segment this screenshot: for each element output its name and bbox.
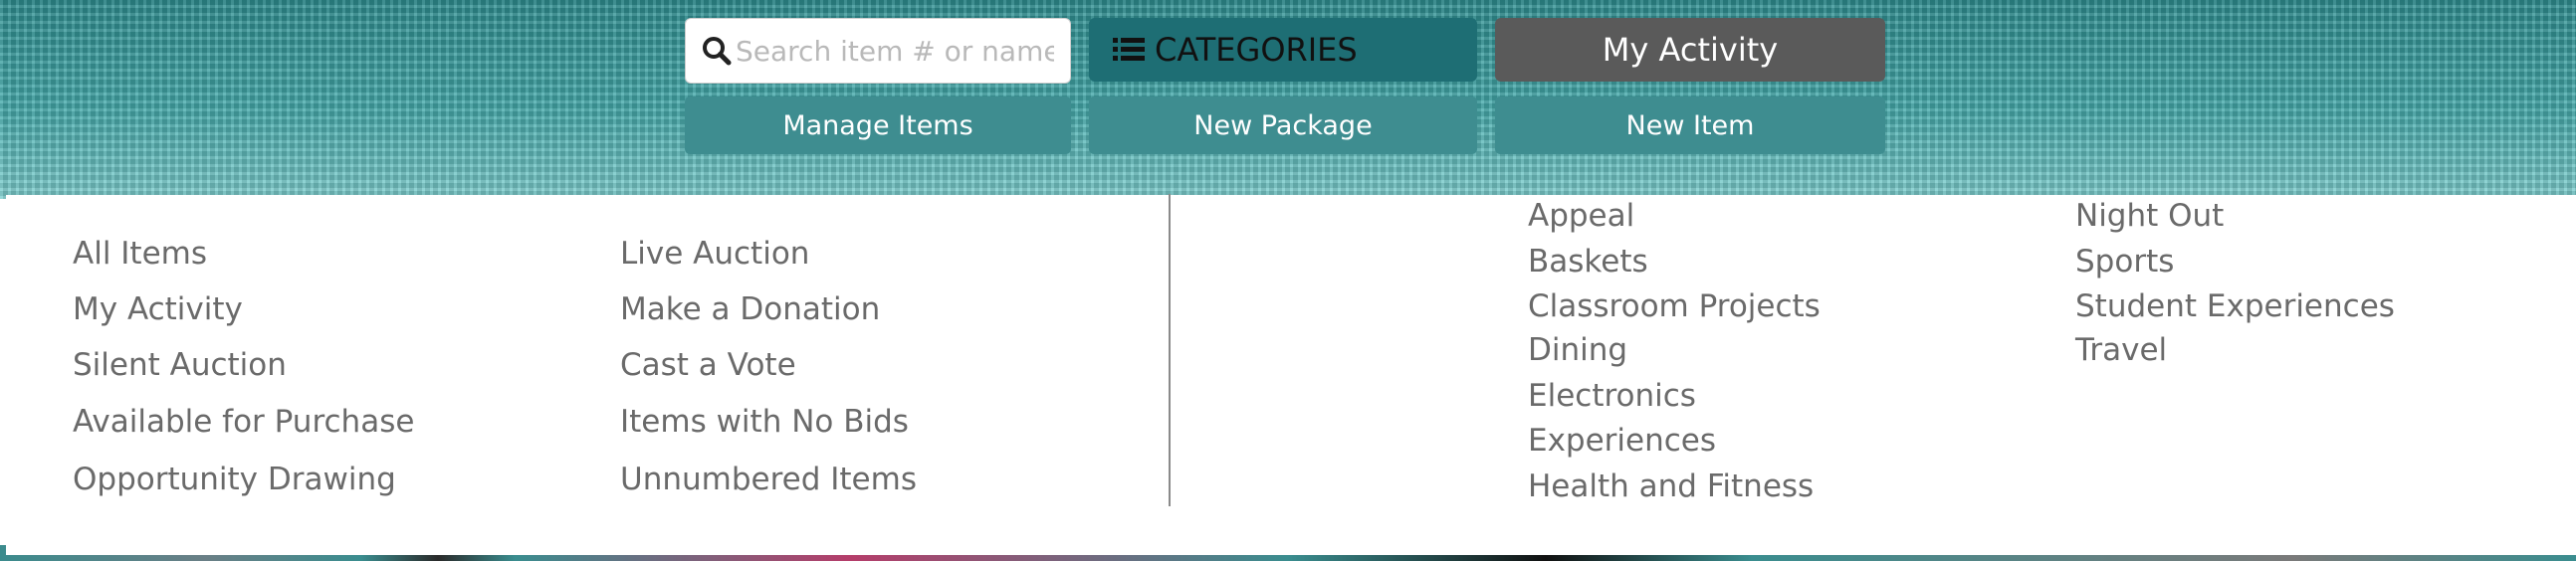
menu-link-travel[interactable]: Travel — [2075, 330, 2167, 370]
categories-dropdown-menu — [6, 195, 2576, 555]
menu-link-electronics[interactable]: Electronics — [1528, 376, 1696, 416]
menu-link-sports[interactable]: Sports — [2075, 242, 2174, 281]
my-activity-label: My Activity — [1602, 31, 1779, 69]
my-activity-button[interactable]: My Activity — [1495, 18, 1885, 82]
menu-link-live-auction[interactable]: Live Auction — [620, 234, 809, 274]
new-package-label: New Package — [1193, 109, 1373, 141]
new-package-button[interactable]: New Package — [1089, 96, 1477, 154]
search-input[interactable] — [734, 20, 1056, 82]
menu-link-dining[interactable]: Dining — [1528, 330, 1627, 370]
menu-link-baskets[interactable]: Baskets — [1528, 242, 1648, 281]
categories-label: CATEGORIES — [1155, 31, 1358, 69]
manage-items-label: Manage Items — [782, 109, 973, 141]
new-item-button[interactable]: New Item — [1495, 96, 1885, 154]
menu-link-available-for-purchase[interactable]: Available for Purchase — [73, 402, 414, 442]
menu-link-all-items[interactable]: All Items — [73, 234, 207, 274]
menu-link-silent-auction[interactable]: Silent Auction — [73, 345, 287, 385]
menu-divider — [1169, 194, 1171, 506]
list-icon — [1113, 35, 1147, 65]
menu-link-student-experiences[interactable]: Student Experiences — [2075, 286, 2395, 326]
menu-link-opportunity-drawing[interactable]: Opportunity Drawing — [73, 460, 396, 499]
menu-link-appeal[interactable]: Appeal — [1528, 196, 1634, 236]
search-icon — [700, 34, 734, 68]
menu-link-unnumbered-items[interactable]: Unnumbered Items — [620, 460, 917, 499]
manage-items-button[interactable]: Manage Items — [685, 96, 1071, 154]
menu-link-experiences[interactable]: Experiences — [1528, 421, 1716, 461]
menu-link-items-with-no-bids[interactable]: Items with No Bids — [620, 402, 909, 442]
search-box[interactable] — [685, 18, 1071, 84]
new-item-label: New Item — [1625, 109, 1755, 141]
menu-link-night-out[interactable]: Night Out — [2075, 196, 2224, 236]
menu-link-make-a-donation[interactable]: Make a Donation — [620, 289, 880, 329]
menu-link-cast-a-vote[interactable]: Cast a Vote — [620, 345, 796, 385]
menu-link-classroom-projects[interactable]: Classroom Projects — [1528, 286, 1821, 326]
menu-link-health-and-fitness[interactable]: Health and Fitness — [1528, 467, 1814, 506]
menu-link-my-activity[interactable]: My Activity — [73, 289, 243, 329]
categories-button[interactable]: CATEGORIES — [1089, 18, 1477, 82]
